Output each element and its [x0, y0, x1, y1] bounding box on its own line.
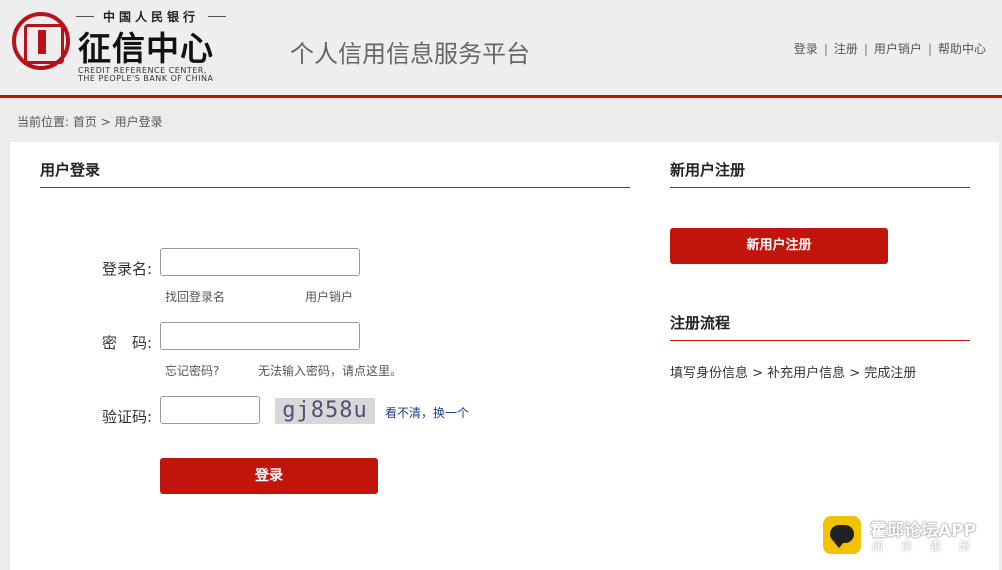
register-flow-title: 注册流程: [670, 314, 731, 332]
breadcrumb-prefix: 当前位置:: [17, 115, 70, 129]
breadcrumb-home-link[interactable]: 首页: [73, 115, 97, 129]
captcha-label: 验证码:: [101, 408, 152, 426]
login-submit-button[interactable]: 登录: [160, 458, 378, 494]
breadcrumb: 当前位置: 首页 > 用户登录: [17, 113, 163, 130]
nav-cancel-account-link[interactable]: 用户销户: [874, 42, 922, 56]
top-nav: 登录 | 注册 | 用户销户 | 帮助中心: [794, 40, 986, 57]
find-username-link[interactable]: 找回登录名: [165, 288, 225, 305]
nav-separator: |: [927, 42, 932, 56]
nav-register-link[interactable]: 注册: [834, 42, 858, 56]
password-input[interactable]: [160, 322, 360, 350]
new-user-register-button[interactable]: 新用户注册: [670, 228, 888, 264]
login-section-title: 用户登录: [40, 161, 101, 179]
register-flow-steps: 填写身份信息 > 补充用户信息 > 完成注册: [670, 366, 917, 381]
register-section-title: 新用户注册: [670, 161, 746, 179]
chat-bubble-icon: [830, 525, 854, 548]
credit-center-logo[interactable]: 中国人民银行 征信中心 CREDIT REFERENCE CENTER, THE…: [12, 8, 227, 86]
register-section-divider: [670, 187, 970, 188]
nav-separator: |: [863, 42, 868, 56]
cannot-enter-password-link[interactable]: 无法输入密码，请点这里。: [258, 362, 402, 379]
platform-title: 个人信用信息服务平台: [290, 40, 530, 68]
nav-login-link[interactable]: 登录: [794, 42, 818, 56]
forgot-password-link[interactable]: 忘记密码?: [165, 362, 219, 379]
captcha-image[interactable]: gj858u: [275, 398, 375, 424]
logo-main-text: 征信中心: [78, 29, 214, 68]
nav-separator: |: [823, 42, 828, 56]
nav-help-center-link[interactable]: 帮助中心: [938, 42, 986, 56]
username-input[interactable]: [160, 248, 360, 276]
breadcrumb-current: 用户登录: [114, 115, 163, 129]
captcha-input[interactable]: [160, 396, 260, 424]
breadcrumb-arrow: >: [100, 115, 111, 129]
register-flow-divider: [670, 340, 970, 341]
logo-english-line2: THE PEOPLE'S BANK OF CHINA: [78, 74, 214, 83]
password-label: 密 码:: [101, 334, 152, 352]
login-section-divider: [40, 187, 630, 188]
credit-seal-icon: [12, 12, 70, 70]
main-panel: 用户登录 登录名: 找回登录名 用户销户 密 码: 忘记密码? 无法输入密码，请…: [10, 142, 999, 570]
cancel-account-link[interactable]: 用户销户: [305, 288, 353, 305]
watermark-subtitle: 阅读霍邱: [872, 540, 988, 553]
captcha-refresh-link[interactable]: 看不清，换一个: [385, 404, 469, 421]
header: 中国人民银行 征信中心 CREDIT REFERENCE CENTER, THE…: [0, 0, 1002, 98]
forum-app-icon: [823, 516, 861, 554]
username-label: 登录名:: [101, 260, 152, 278]
